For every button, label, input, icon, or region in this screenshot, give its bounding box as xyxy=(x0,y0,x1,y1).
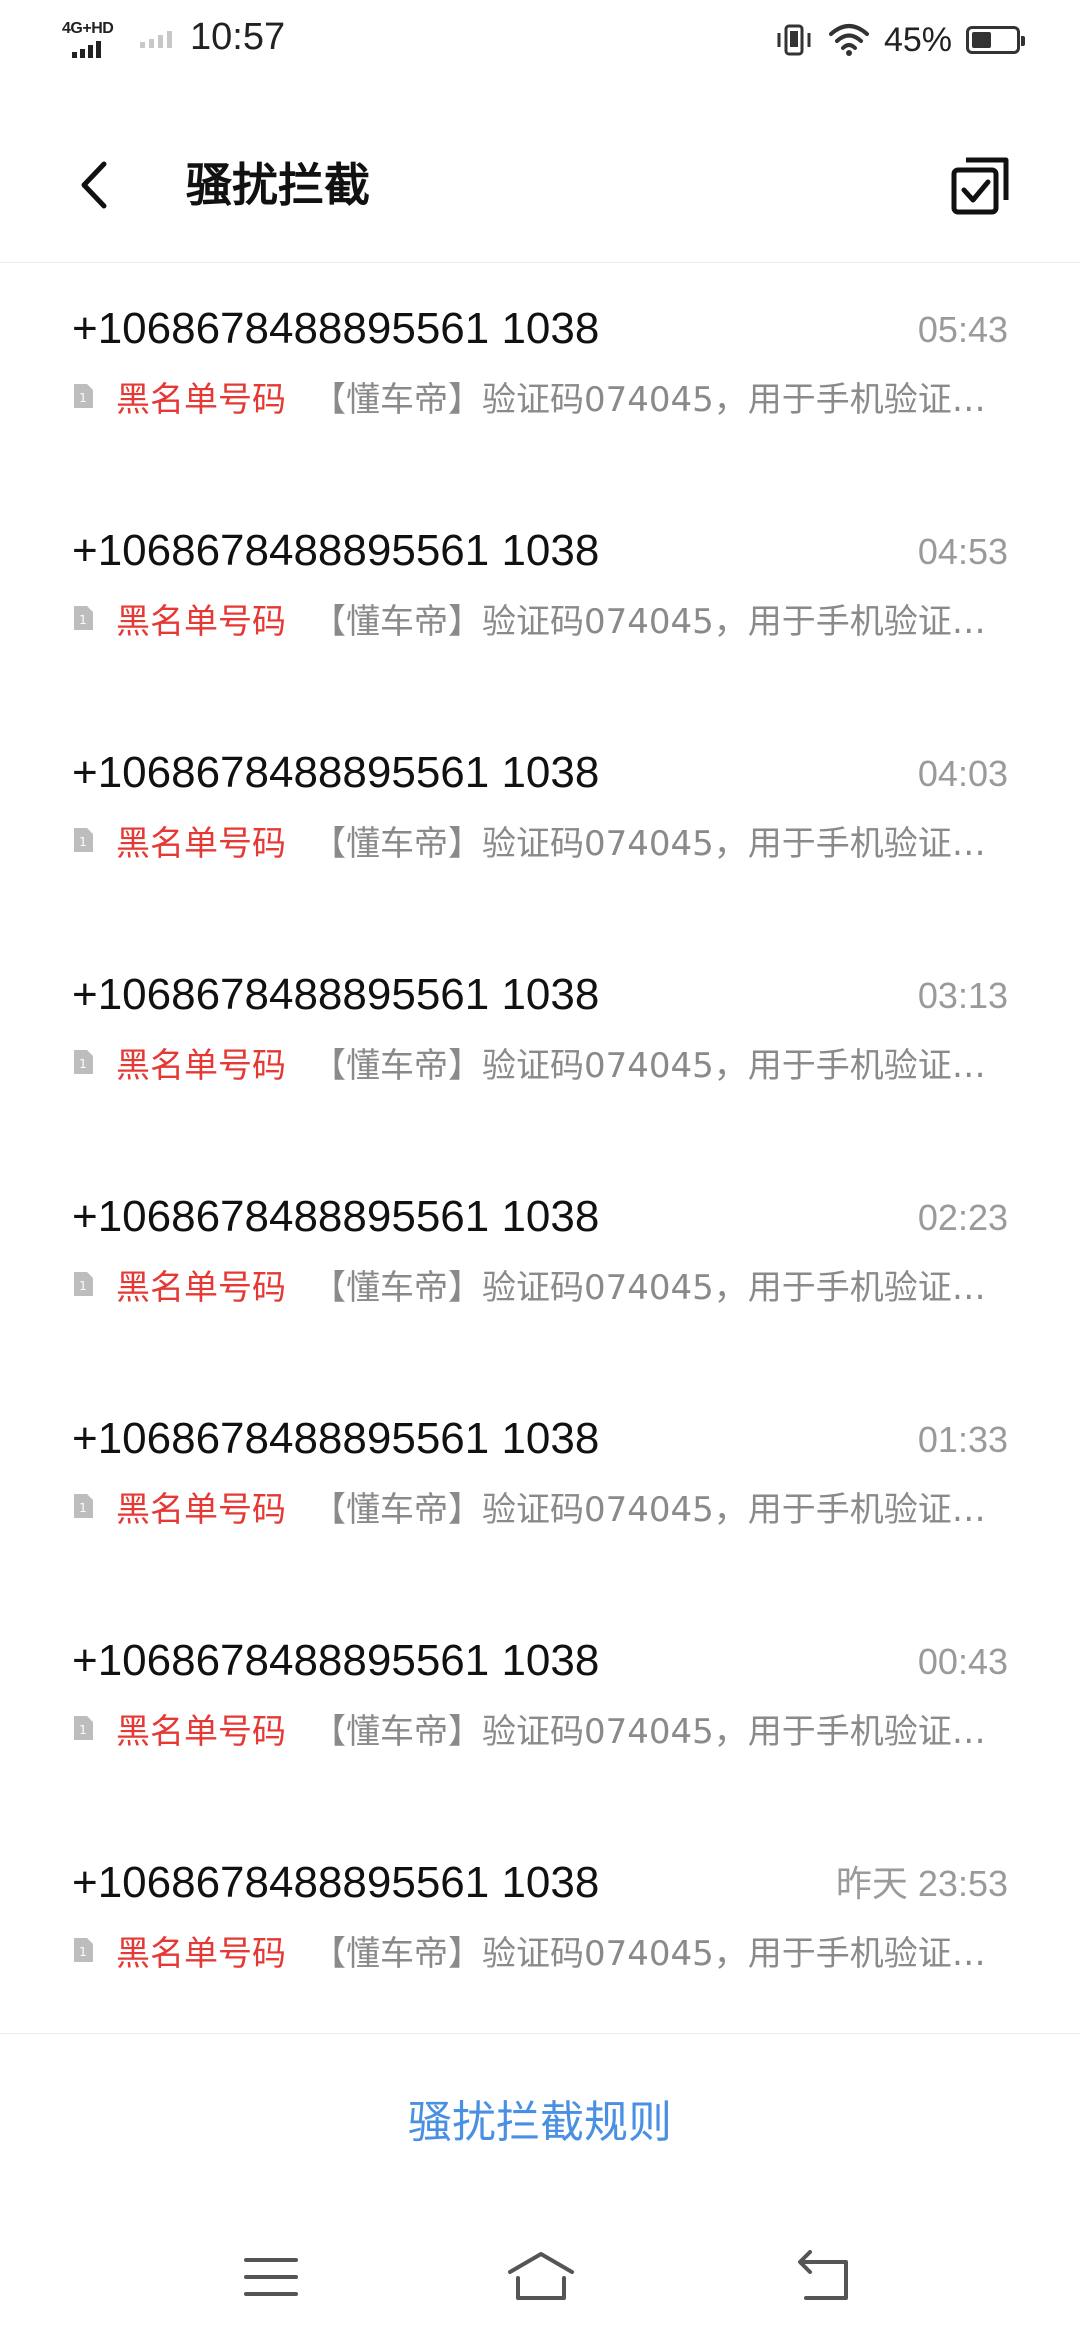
message-sender: +1068678488895561 1038 xyxy=(72,1636,600,1685)
message-time: 04:03 xyxy=(917,753,1008,794)
message-time: 02:23 xyxy=(917,1197,1008,1238)
message-preview: 【懂车帝】验证码074045，用于手机验证码登录，5分钟内有效。 xyxy=(312,601,1008,642)
message-subline: 1 黑名单号码 【懂车帝】验证码074045，用于手机验证码登录，5分钟内有效。 xyxy=(72,1259,1008,1309)
sim-card-icon: 1 xyxy=(72,1481,102,1531)
message-time: 昨天 23:53 xyxy=(835,1863,1008,1904)
list-item[interactable]: +1068678488895561 1038 昨天 23:53 1 黑名单号码 … xyxy=(0,1817,1080,2039)
blacklist-tag: 黑名单号码 xyxy=(116,1045,286,1086)
message-time: 00:43 xyxy=(917,1641,1008,1682)
message-subline: 1 黑名单号码 【懂车帝】验证码074045，用于手机验证码登录，5分钟内有效。 xyxy=(72,593,1008,643)
message-sender: +1068678488895561 1038 xyxy=(72,526,600,575)
battery-percent: 45% xyxy=(883,20,952,59)
list-item[interactable]: +1068678488895561 1038 05:43 1 黑名单号码 【懂车… xyxy=(0,263,1080,485)
message-preview: 【懂车帝】验证码074045，用于手机验证码登录，5分钟内有效。 xyxy=(312,379,1008,420)
blacklist-tag: 黑名单号码 xyxy=(116,379,286,420)
header: 骚扰拦截 xyxy=(0,110,1080,260)
message-preview: 【懂车帝】验证码074045，用于手机验证码登录，5分钟内有效。 xyxy=(312,1489,1008,1530)
back-icon[interactable] xyxy=(778,2242,868,2312)
message-time: 01:33 xyxy=(917,1419,1008,1460)
svg-text:1: 1 xyxy=(79,391,87,405)
list-item[interactable]: +1068678488895561 1038 00:43 1 黑名单号码 【懂车… xyxy=(0,1595,1080,1817)
message-subline: 1 黑名单号码 【懂车帝】验证码074045，用于手机验证码登录，5分钟内有效。 xyxy=(72,1037,1008,1087)
multi-select-icon[interactable] xyxy=(946,150,1016,220)
message-list: +1068678488895561 1038 05:43 1 黑名单号码 【懂车… xyxy=(0,263,1080,2039)
svg-text:1: 1 xyxy=(79,1279,87,1293)
message-sender: +1068678488895561 1038 xyxy=(72,1414,600,1463)
message-subline: 1 黑名单号码 【懂车帝】验证码074045，用于手机验证码登录，5分钟内有效。 xyxy=(72,371,1008,421)
status-bar: 4G+HD 10:57 45% xyxy=(0,0,1080,80)
message-subline: 1 黑名单号码 【懂车帝】验证码074045，用于手机验证码登录，5分钟内有效。 xyxy=(72,815,1008,865)
signal-weak-icon xyxy=(140,31,172,48)
battery-icon xyxy=(966,26,1025,54)
sim-card-icon: 1 xyxy=(72,371,102,421)
wifi-icon xyxy=(828,24,869,56)
list-item[interactable]: +1068678488895561 1038 02:23 1 黑名单号码 【懂车… xyxy=(0,1151,1080,1373)
blacklist-tag: 黑名单号码 xyxy=(116,1267,286,1308)
message-preview: 【懂车帝】验证码074045，用于手机验证码登录，5分钟内有效。 xyxy=(312,1045,1008,1086)
sim-card-icon: 1 xyxy=(72,593,102,643)
network-type-label: 4G+HD xyxy=(62,20,114,37)
message-time: 05:43 xyxy=(917,309,1008,350)
status-right: 45% xyxy=(774,18,1025,62)
sim-card-icon: 1 xyxy=(72,1037,102,1087)
blacklist-tag: 黑名单号码 xyxy=(116,1489,286,1530)
message-preview: 【懂车帝】验证码074045，用于手机验证码登录，5分钟内有效。 xyxy=(312,1711,1008,1752)
message-preview: 【懂车帝】验证码074045，用于手机验证码登录，5分钟内有效。 xyxy=(312,1267,1008,1308)
menu-icon[interactable] xyxy=(226,2242,316,2312)
chevron-left-icon[interactable] xyxy=(66,150,126,220)
message-sender: +1068678488895561 1038 xyxy=(72,1858,600,1907)
navigation-bar xyxy=(0,2230,1080,2320)
blacklist-tag: 黑名单号码 xyxy=(116,823,286,864)
message-time: 03:13 xyxy=(917,975,1008,1016)
intercept-rules-link[interactable]: 骚扰拦截规则 xyxy=(0,2088,1080,2158)
battery-fill xyxy=(972,32,991,48)
message-subline: 1 黑名单号码 【懂车帝】验证码074045，用于手机验证码登录，5分钟内有效。 xyxy=(72,1703,1008,1753)
clock: 10:57 xyxy=(190,16,286,58)
svg-text:1: 1 xyxy=(79,1501,87,1515)
message-preview: 【懂车帝】验证码074045，用于手机验证码登录，5分钟内有效。 xyxy=(312,823,1008,864)
vibrate-icon xyxy=(777,24,811,56)
sim-card-icon: 1 xyxy=(72,1259,102,1309)
message-sender: +1068678488895561 1038 xyxy=(72,970,600,1019)
list-item[interactable]: +1068678488895561 1038 01:33 1 黑名单号码 【懂车… xyxy=(0,1373,1080,1595)
signal-group: 4G+HD xyxy=(62,20,124,60)
message-subline: 1 黑名单号码 【懂车帝】验证码074045，用于手机验证码登录，5分钟内有效。 xyxy=(72,1925,1008,1975)
svg-text:1: 1 xyxy=(79,835,87,849)
blacklist-tag: 黑名单号码 xyxy=(116,1933,286,1974)
signal-icon xyxy=(72,41,101,58)
svg-text:1: 1 xyxy=(79,1723,87,1737)
footer-divider xyxy=(0,2033,1080,2034)
message-sender: +1068678488895561 1038 xyxy=(72,304,600,353)
home-icon[interactable] xyxy=(496,2242,586,2312)
sim-card-icon: 1 xyxy=(72,815,102,865)
sim-card-icon: 1 xyxy=(72,1703,102,1753)
list-item[interactable]: +1068678488895561 1038 04:03 1 黑名单号码 【懂车… xyxy=(0,707,1080,929)
svg-text:1: 1 xyxy=(79,1057,87,1071)
blacklist-tag: 黑名单号码 xyxy=(116,601,286,642)
message-subline: 1 黑名单号码 【懂车帝】验证码074045，用于手机验证码登录，5分钟内有效。 xyxy=(72,1481,1008,1531)
message-sender: +1068678488895561 1038 xyxy=(72,748,600,797)
list-item[interactable]: +1068678488895561 1038 04:53 1 黑名单号码 【懂车… xyxy=(0,485,1080,707)
battery-cap xyxy=(1021,36,1025,46)
screen: 4G+HD 10:57 45% 骚扰拦截 +1068678488895561 1… xyxy=(0,0,1080,2340)
message-time: 04:53 xyxy=(917,531,1008,572)
list-item[interactable]: +1068678488895561 1038 03:13 1 黑名单号码 【懂车… xyxy=(0,929,1080,1151)
svg-text:1: 1 xyxy=(79,613,87,627)
page-title: 骚扰拦截 xyxy=(186,158,370,212)
svg-text:1: 1 xyxy=(79,1945,87,1959)
message-sender: +1068678488895561 1038 xyxy=(72,1192,600,1241)
blacklist-tag: 黑名单号码 xyxy=(116,1711,286,1752)
sim-card-icon: 1 xyxy=(72,1925,102,1975)
message-preview: 【懂车帝】验证码074045，用于手机验证码登录，5分钟内有效。 xyxy=(312,1933,1008,1974)
